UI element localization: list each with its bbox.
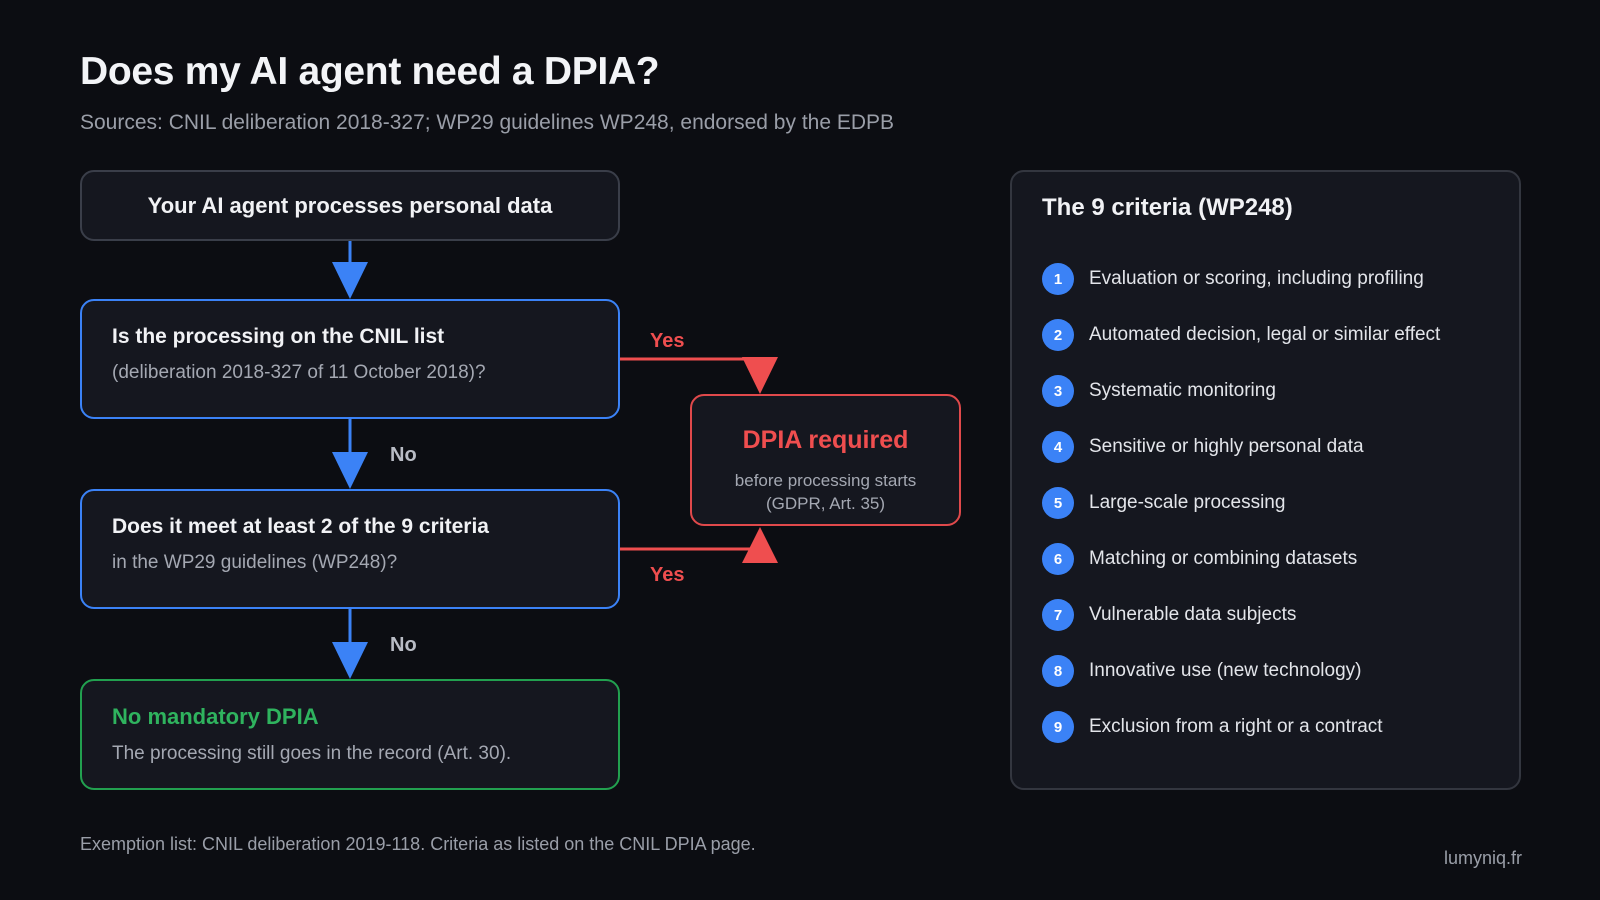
label-no-q1: No [390,444,417,466]
criteria-label: Automated decision, legal or similar eff… [1089,324,1441,345]
criteria-number-badge: 2 [1042,319,1074,351]
connector-q2-yes [620,547,762,562]
label-no-q2: No [390,634,417,656]
criteria-number-badge: 8 [1042,655,1074,687]
criteria-label: Evaluation or scoring, including profili… [1089,268,1424,289]
label-yes-q2: Yes [650,564,685,586]
label-yes-q1: Yes [650,330,685,352]
criteria-item: 4 Sensitive or highly personal data [1042,419,1489,475]
criteria-item: 7 Vulnerable data subjects [1042,587,1489,643]
question-criteria: Does it meet at least 2 of the 9 criteri… [80,489,620,609]
outcome-dpia-required-detail: before processing starts (GDPR, Art. 35) [692,469,959,515]
criteria-item: 3 Systematic monitoring [1042,363,1489,419]
arrowhead-down-required [742,357,778,394]
criteria-number-badge: 1 [1042,263,1074,295]
question-cnil-list: Is the processing on the CNIL list (deli… [80,299,620,419]
criteria-panel: The 9 criteria (WP248) 1 Evaluation or s… [1010,170,1521,790]
arrowhead-down-q2 [332,452,368,489]
criteria-number-badge: 4 [1042,431,1074,463]
criteria-item: 2 Automated decision, legal or similar e… [1042,307,1489,363]
criteria-list: 1 Evaluation or scoring, including profi… [1042,251,1489,755]
criteria-number-badge: 6 [1042,543,1074,575]
outcome-dpia-required-title: DPIA required [742,426,909,454]
criteria-item: 9 Exclusion from a right or a contract [1042,699,1489,755]
criteria-label: Systematic monitoring [1089,380,1276,401]
outcome-dpia-required-line2: (GDPR, Art. 35) [765,494,886,513]
criteria-label: Vulnerable data subjects [1089,604,1297,625]
outcome-no-dpia-detail: The processing still goes in the record … [112,743,512,764]
footer-brand: lumyniq.fr [1443,848,1522,868]
arrowhead-down-none [332,642,368,679]
criteria-number-badge: 7 [1042,599,1074,631]
criteria-label: Sensitive or highly personal data [1089,436,1364,457]
question-criteria-detail: in the WP29 guidelines (WP248)? [112,552,398,573]
start-node-label: Your AI agent processes personal data [147,192,553,218]
criteria-panel-title: The 9 criteria (WP248) [1042,194,1293,221]
start-node: Your AI agent processes personal data [80,170,620,241]
criteria-item: 5 Large-scale processing [1042,475,1489,531]
criteria-number-badge: 5 [1042,487,1074,519]
criteria-number-badge: 9 [1042,711,1074,743]
arrowhead-down-q1 [332,262,368,299]
outcome-no-dpia: No mandatory DPIA The processing still g… [80,679,620,790]
footer-note: Exemption list: CNIL deliberation 2019-1… [80,834,756,854]
connector-q1-yes [620,357,762,362]
criteria-label: Large-scale processing [1089,492,1286,513]
question-criteria-title: Does it meet at least 2 of the 9 criteri… [112,515,489,538]
criteria-item: 1 Evaluation or scoring, including profi… [1042,251,1489,307]
outcome-dpia-required-line1: before processing starts [734,471,917,490]
criteria-number-badge: 3 [1042,375,1074,407]
question-cnil-list-title: Is the processing on the CNIL list [112,325,445,348]
outcome-dpia-required: DPIA required before processing starts (… [690,394,961,526]
criteria-item: 6 Matching or combining datasets [1042,531,1489,587]
question-cnil-list-detail: (deliberation 2018-327 of 11 October 201… [112,362,486,383]
criteria-label: Innovative use (new technology) [1089,660,1362,681]
criteria-item: 8 Innovative use (new technology) [1042,643,1489,699]
outcome-no-dpia-title: No mandatory DPIA [112,704,319,729]
criteria-label: Matching or combining datasets [1089,548,1358,569]
arrowhead-up-required [742,527,778,563]
criteria-label: Exclusion from a right or a contract [1089,716,1383,737]
